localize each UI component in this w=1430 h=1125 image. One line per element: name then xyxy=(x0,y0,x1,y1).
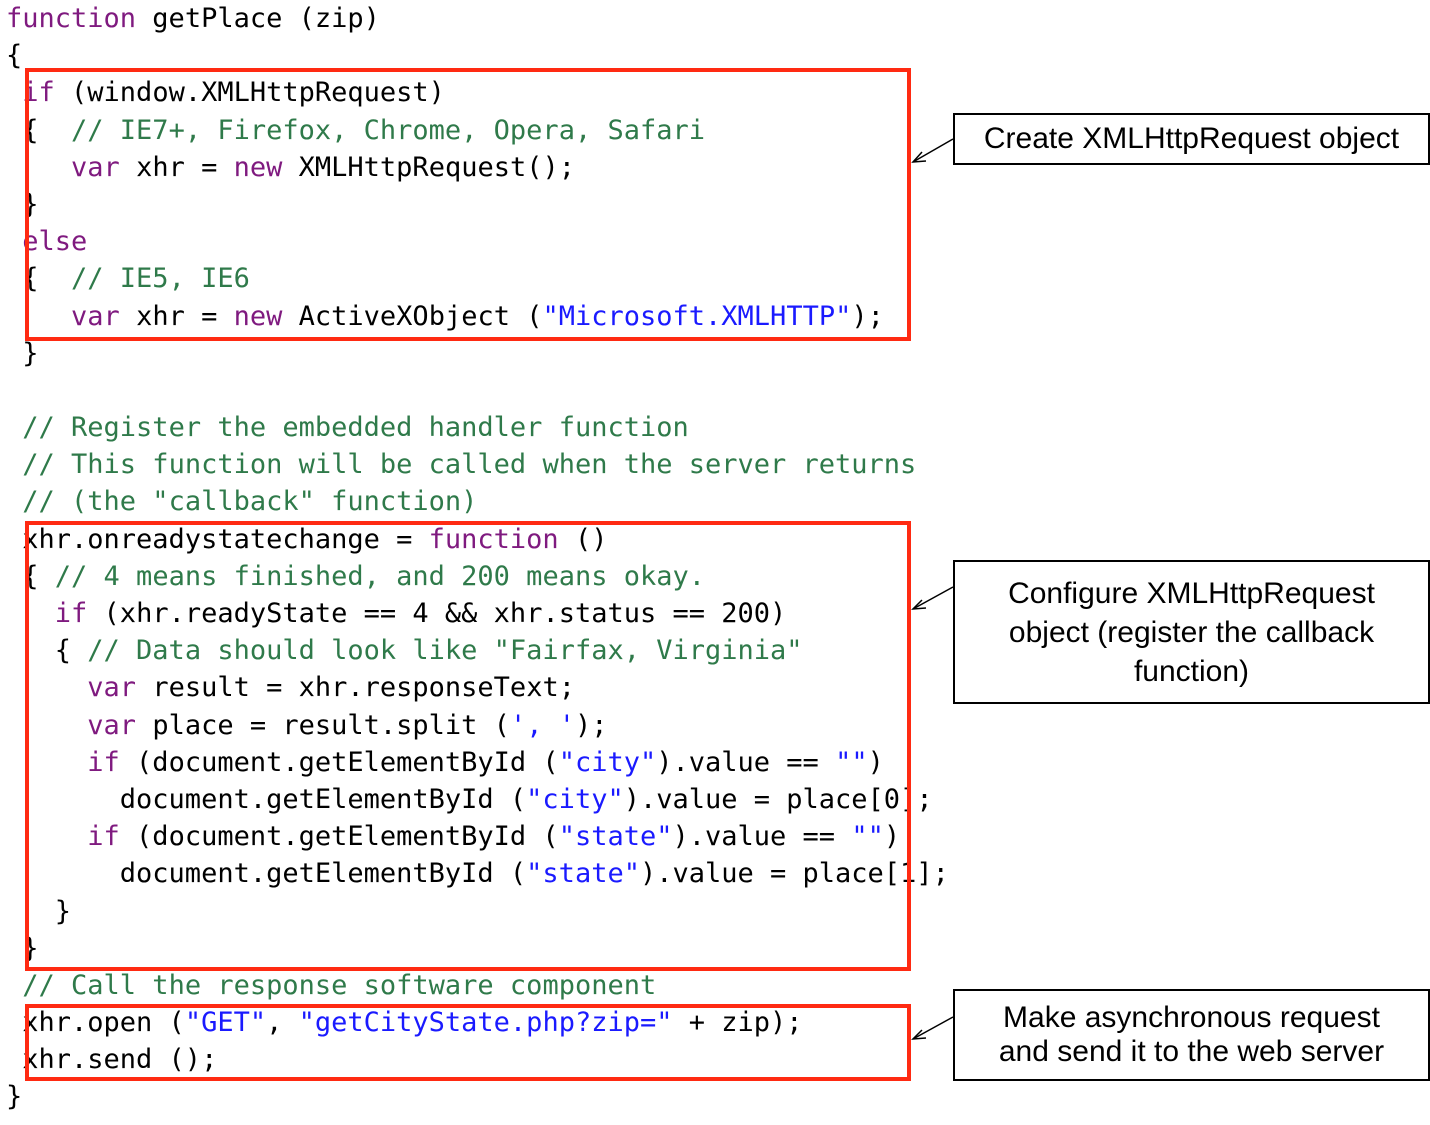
callout-create-xhr: Create XMLHttpRequest object xyxy=(953,113,1430,165)
callout-configure-xhr: Configure XMLHttpRequest object (registe… xyxy=(953,560,1430,704)
connector-create xyxy=(912,138,954,163)
arrowhead-create xyxy=(911,151,927,163)
callout-send-request: Make asynchronous request and send it to… xyxy=(953,989,1430,1081)
arrowhead-configure xyxy=(911,599,927,610)
connector-send xyxy=(912,1016,954,1040)
connector-configure xyxy=(912,586,954,610)
arrowhead-send xyxy=(911,1029,927,1040)
